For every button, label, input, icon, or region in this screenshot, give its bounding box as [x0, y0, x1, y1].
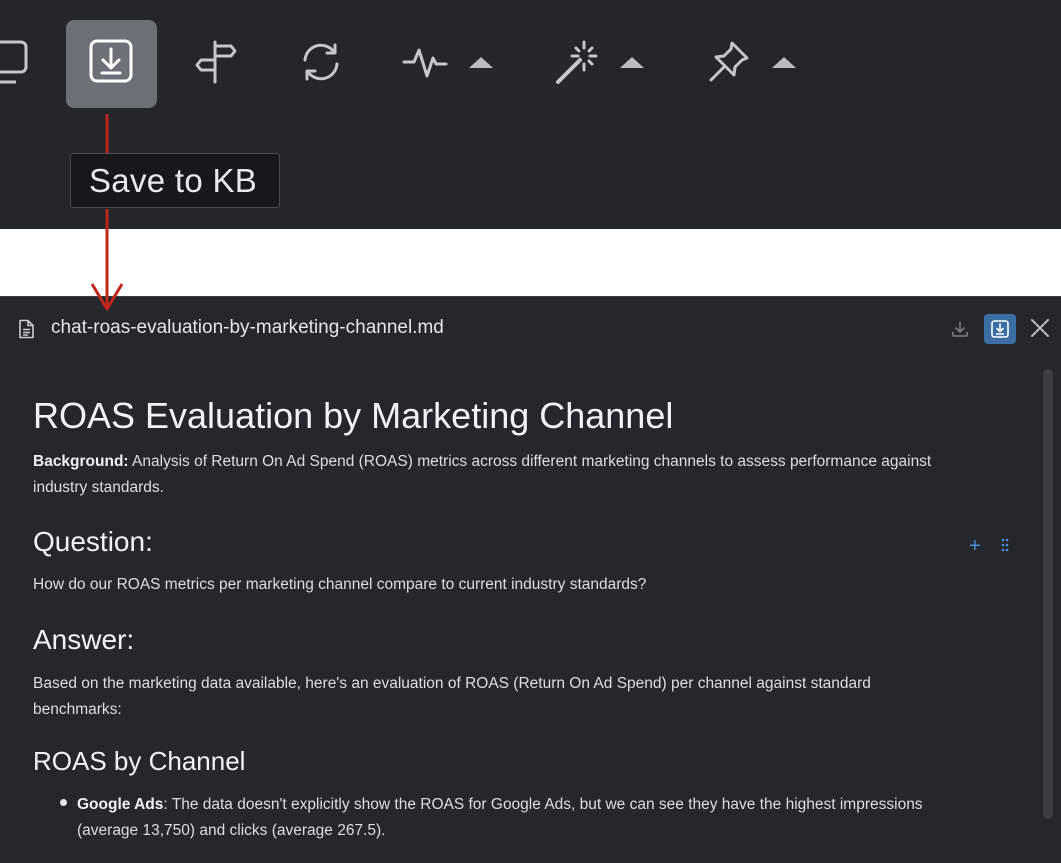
background-paragraph: Background: Analysis of Return On Ad Spe… [33, 449, 933, 501]
tooltip: Save to KB [70, 153, 280, 208]
list-item: Google Ads: The data doesn't explicitly … [77, 792, 977, 844]
document-panel: chat-roas-evaluation-by-marketing-channe… [0, 296, 1061, 863]
file-name: chat-roas-evaluation-by-marketing-channe… [51, 317, 444, 338]
save-to-kb-panel-button[interactable] [984, 314, 1016, 344]
pulse-menu-caret[interactable] [469, 57, 493, 68]
add-block-icon[interactable]: + [969, 535, 981, 558]
list-bullet [60, 799, 67, 806]
toolbar: Save to KB [0, 0, 1061, 229]
file-icon [18, 319, 35, 344]
question-text: How do our ROAS metrics per marketing ch… [33, 576, 647, 593]
answer-text: Based on the marketing data available, h… [33, 675, 871, 718]
save-to-kb-icon [88, 38, 134, 86]
roas-by-channel-heading: ROAS by Channel [33, 746, 246, 776]
background-text: Analysis of Return On Ad Spend (ROAS) me… [33, 453, 932, 496]
pin-icon[interactable] [706, 38, 752, 86]
save-to-kb-icon [991, 320, 1009, 338]
document-title: ROAS Evaluation by Marketing Channel [33, 395, 674, 436]
pin-menu-caret[interactable] [772, 57, 796, 68]
magic-wand-menu-caret[interactable] [620, 57, 644, 68]
question-heading: Question: [33, 526, 153, 557]
background-label: Background: [33, 453, 129, 470]
signpost-icon[interactable] [193, 38, 239, 86]
drag-handle-icon[interactable] [1001, 538, 1009, 557]
answer-heading: Answer: [33, 624, 135, 655]
download-icon[interactable] [951, 320, 969, 343]
save-to-kb-button[interactable] [66, 20, 157, 108]
panel-header: chat-roas-evaluation-by-marketing-channe… [0, 297, 1061, 359]
list-item-text: : The data doesn't explicitly show the R… [77, 796, 923, 839]
scrollbar[interactable] [1043, 369, 1053, 819]
close-icon[interactable] [1029, 317, 1051, 344]
gap [0, 229, 1061, 297]
desktop-icon[interactable] [0, 38, 32, 86]
pulse-icon[interactable] [402, 38, 448, 86]
list-item-label: Google Ads [77, 796, 164, 813]
magic-wand-icon[interactable] [554, 38, 600, 86]
refresh-icon[interactable] [298, 38, 344, 86]
